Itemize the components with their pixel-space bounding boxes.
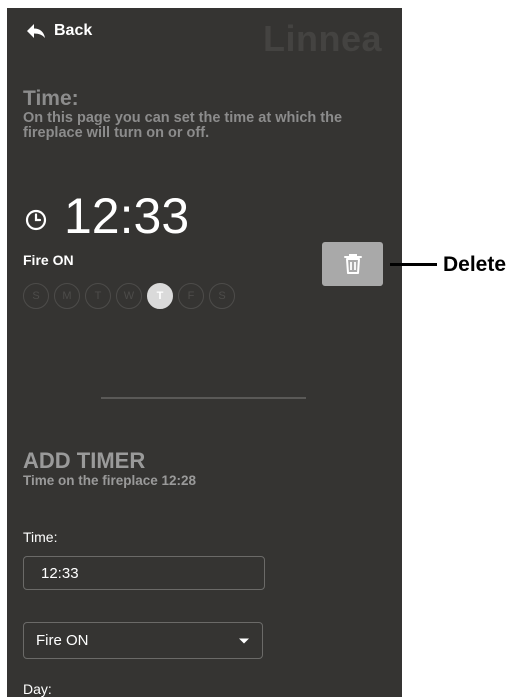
add-timer-subtitle: Time on the fireplace 12:28 <box>23 473 197 488</box>
mode-select-value: Fire ON <box>36 632 89 649</box>
day-button-wednesday[interactable]: W <box>116 283 142 309</box>
back-button[interactable]: Back <box>26 22 92 40</box>
day-button-sunday[interactable]: S <box>23 283 49 309</box>
day-button-monday[interactable]: M <box>54 283 80 309</box>
time-section-title: Time: <box>23 87 79 110</box>
back-label: Back <box>54 22 93 39</box>
add-timer-title: ADD TIMER <box>23 448 146 473</box>
day-button-saturday[interactable]: S <box>209 283 235 309</box>
mode-select[interactable]: Fire ON <box>23 622 263 659</box>
section-divider <box>101 397 306 399</box>
time-section-description: On this page you can set the time at whi… <box>23 110 343 141</box>
day-field-label: Day: <box>23 681 52 697</box>
time-input[interactable]: 12:33 <box>23 556 265 590</box>
clock-icon <box>25 209 47 231</box>
annotation-delete-label: Delete <box>443 253 507 276</box>
time-field-label: Time: <box>23 529 58 545</box>
back-arrow-icon <box>27 24 45 38</box>
annotation-pointer-line <box>390 263 437 266</box>
app-screen: Back Linnea Time: On this page you can s… <box>7 8 402 697</box>
timer-mode-label: Fire ON <box>23 252 74 268</box>
trash-icon <box>343 254 362 274</box>
day-button-thursday[interactable]: T <box>147 283 173 309</box>
day-button-tuesday[interactable]: T <box>85 283 111 309</box>
brand-logo: Linnea <box>262 18 382 59</box>
day-button-friday[interactable]: F <box>178 283 204 309</box>
time-input-value: 12:33 <box>41 564 79 582</box>
caret-down-icon <box>239 638 249 643</box>
day-selector: S M T W T F S <box>23 283 240 309</box>
timer-time[interactable]: 12:33 <box>64 186 189 246</box>
delete-button[interactable] <box>322 242 383 286</box>
